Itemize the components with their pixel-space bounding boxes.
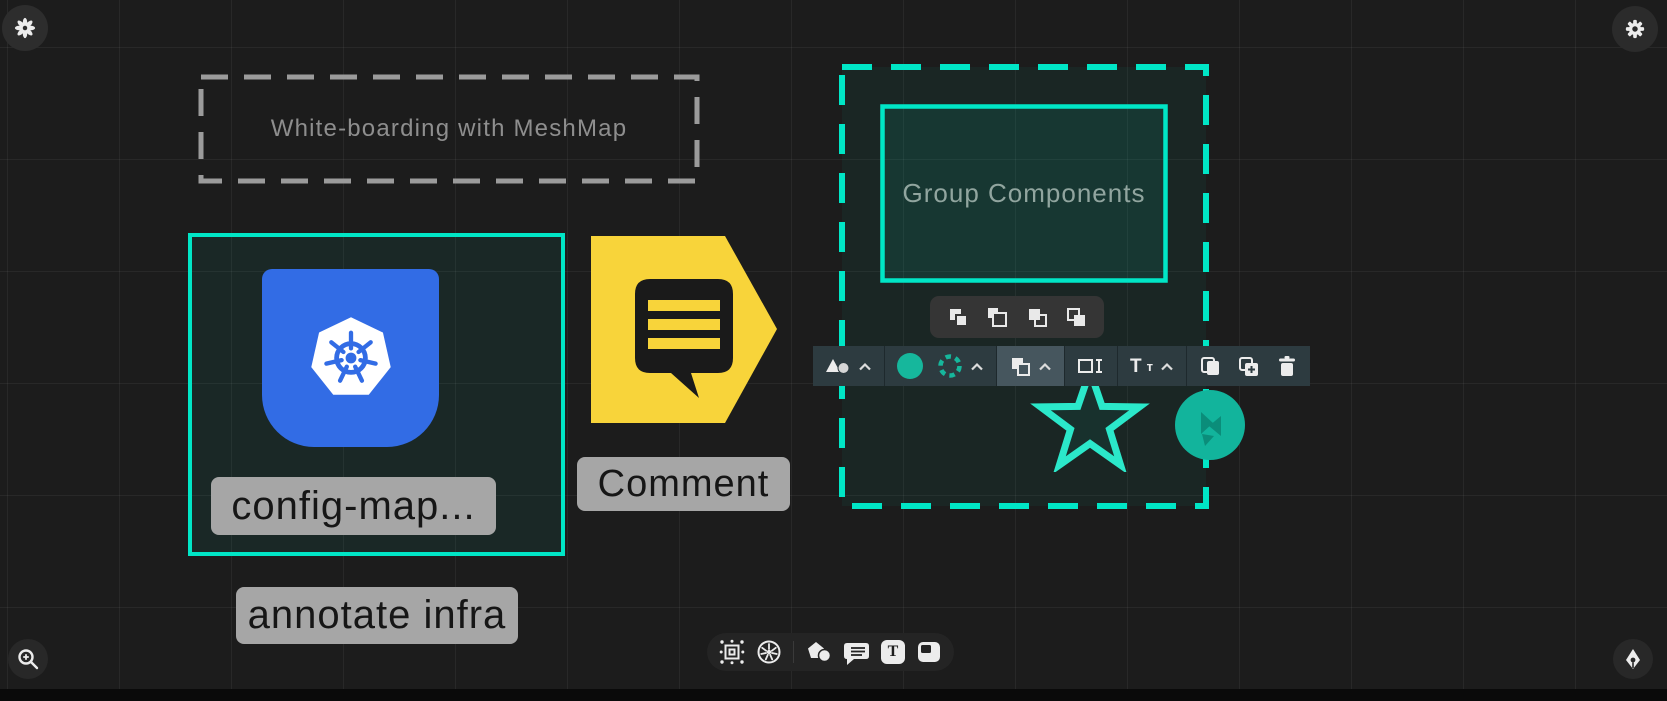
ink-pen-button[interactable] <box>1613 639 1653 679</box>
kubernetes-icon[interactable] <box>262 269 439 447</box>
comment-shape[interactable] <box>591 236 777 423</box>
add-to-library-icon[interactable] <box>1237 355 1260 377</box>
comment-tool-button[interactable] <box>843 639 870 665</box>
chevron-up-icon <box>858 362 872 371</box>
kubernetes-helm-icon <box>291 298 411 418</box>
group-box-label: Group Components <box>880 104 1168 283</box>
fill-color-button[interactable] <box>885 346 935 386</box>
meshery-logo-icon <box>10 13 40 43</box>
chevron-up-icon <box>970 362 984 371</box>
delete-icon[interactable] <box>1276 355 1298 377</box>
shapes-tool-icon <box>805 639 832 665</box>
meshery-menu-button[interactable] <box>2 5 48 51</box>
dock-divider <box>793 641 794 663</box>
toolbar-action-group <box>1187 346 1310 386</box>
kubernetes-tool-button[interactable] <box>756 639 782 665</box>
whiteboard-canvas[interactable]: White-boarding with MeshMap Group Compon… <box>0 0 1667 701</box>
comment-tool-icon <box>843 639 870 665</box>
note-shape[interactable]: White-boarding with MeshMap <box>198 74 700 184</box>
copy-icon[interactable] <box>1199 355 1221 377</box>
layers-icon <box>1009 355 1031 377</box>
layer-order-popup <box>930 296 1104 338</box>
send-to-back-button[interactable] <box>1065 306 1087 328</box>
tool-dock: T <box>707 633 954 671</box>
text-style-icon: T <box>1130 357 1142 376</box>
mesh-circle-node[interactable] <box>1175 390 1245 460</box>
send-backward-button[interactable] <box>947 306 969 328</box>
shapes-tool-button[interactable] <box>805 639 832 665</box>
kubernetes-node-label[interactable]: config-map... <box>211 477 496 535</box>
fit-size-icon <box>1077 356 1105 376</box>
note-label: White-boarding with MeshMap <box>198 74 700 184</box>
context-toolbar: T т <box>813 346 1310 386</box>
zoom-button[interactable] <box>8 639 48 679</box>
stroke-style-button[interactable] <box>935 346 996 386</box>
text-tool-icon: T <box>881 640 905 664</box>
layer-order-button[interactable] <box>997 346 1064 386</box>
text-tool-button[interactable]: T <box>881 640 905 664</box>
fit-size-button[interactable] <box>1065 346 1117 386</box>
ink-pen-icon <box>1621 647 1645 671</box>
media-tool-button[interactable] <box>916 639 942 665</box>
group-components-box[interactable]: Group Components <box>880 104 1168 283</box>
media-icon <box>916 639 942 665</box>
zoom-icon <box>16 647 40 671</box>
chevron-up-icon <box>1038 362 1052 371</box>
bring-to-front-button[interactable] <box>986 306 1008 328</box>
component-icon <box>719 639 745 665</box>
dashed-circle-icon <box>937 353 963 379</box>
shape-style-button[interactable] <box>813 346 884 386</box>
chevron-up-icon <box>1160 362 1174 371</box>
mesh-pattern-icon <box>1175 390 1245 460</box>
bring-forward-button[interactable] <box>1026 306 1048 328</box>
shapes-icon <box>825 357 851 375</box>
bottom-strip <box>0 689 1667 701</box>
gear-icon <box>1621 15 1649 43</box>
comment-pentagon <box>591 236 777 423</box>
fill-color-swatch <box>897 353 923 379</box>
annotation-label[interactable]: annotate infra <box>236 587 518 644</box>
components-tool-button[interactable] <box>719 639 745 665</box>
comment-label[interactable]: Comment <box>577 457 790 511</box>
settings-button[interactable] <box>1612 6 1658 52</box>
kubernetes-wheel-icon <box>756 639 782 665</box>
text-style-button[interactable]: T т <box>1118 346 1186 386</box>
